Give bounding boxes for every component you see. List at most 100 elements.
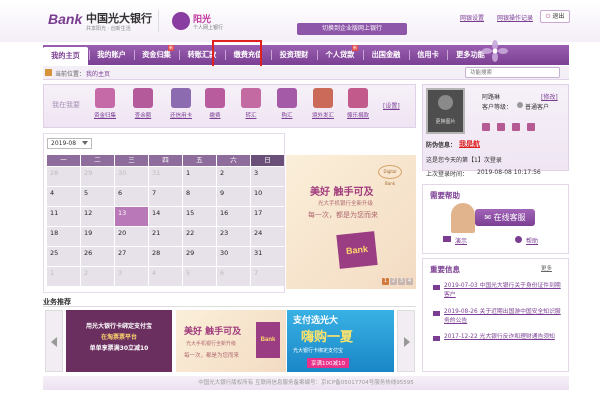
calendar-day[interactable]: 29	[81, 167, 114, 186]
calendar-day[interactable]: 22	[183, 227, 216, 246]
nav-item-overseas[interactable]: 出国金融	[364, 45, 408, 65]
calendar-day[interactable]: 1	[47, 267, 80, 286]
calendar-day[interactable]: 7	[149, 187, 182, 206]
last-login-time: 2019-08-08 10:17:56	[477, 169, 541, 176]
quick-settings-link[interactable]: [设置]	[383, 101, 400, 110]
online-service-button[interactable]: ✉ 在线客服	[475, 209, 535, 226]
pager-dot[interactable]: 4	[406, 278, 413, 285]
calendar-day[interactable]: 13	[115, 207, 148, 226]
ad-alipay-binding[interactable]: 用光大银行卡绑定支付宝 在淘票票平台 单单享票满30立减10	[66, 310, 172, 372]
message-icon[interactable]	[527, 123, 535, 131]
phone-icon[interactable]	[482, 123, 490, 131]
pager-dot[interactable]: 1	[382, 278, 389, 285]
calendar-day[interactable]: 30	[217, 247, 250, 266]
calendar-day[interactable]: 4	[149, 267, 182, 286]
nav-item-credit-card[interactable]: 信用卡	[410, 45, 446, 65]
digital-bank-logo: Digital Bank	[378, 165, 402, 186]
pager-dot[interactable]: 3	[398, 278, 405, 285]
calendar-day[interactable]: 31	[251, 247, 284, 266]
edit-name-link[interactable]: [修改]	[541, 92, 558, 101]
settings-link[interactable]: 网银设置	[460, 13, 484, 22]
mobile-bank-promo[interactable]: Digital Bank 美好 触手可及 光大手机银行全新升级 每一次，都是为您…	[286, 155, 416, 289]
calendar-day[interactable]: 10	[251, 187, 284, 206]
fraud-info-value[interactable]: 我是航	[459, 139, 480, 149]
operation-record-link[interactable]: 网银操作记录	[497, 13, 533, 22]
weekday-header: 三	[115, 155, 148, 166]
switch-to-enterprise-button[interactable]: 切换到企业版网上银行	[297, 23, 407, 35]
calendar-day[interactable]: 17	[251, 207, 284, 226]
quick-item-label: 转汇	[245, 113, 257, 119]
calendar-day[interactable]: 2	[81, 267, 114, 286]
calendar-day[interactable]: 6	[115, 187, 148, 206]
news-more-link[interactable]: 更多	[541, 264, 552, 272]
calendar-day[interactable]: 6	[217, 267, 250, 286]
chevron-down-icon[interactable]	[82, 141, 88, 145]
bank-logo-mark[interactable]: Bank	[48, 11, 82, 27]
calendar-day[interactable]: 5	[183, 267, 216, 286]
calendar-day[interactable]: 2	[217, 167, 250, 186]
help-icon	[515, 236, 522, 243]
news-item[interactable]: 2017-12-22 光大银行反诈和理财通告须知	[444, 333, 564, 342]
ad-headline: 美好 触手可及	[184, 327, 242, 337]
calendar-day[interactable]: 9	[217, 187, 250, 206]
news-item[interactable]: 2019-08-26 关于近期出国游中国安全知识服务的公告	[444, 308, 564, 326]
megaphone-icon	[433, 311, 440, 316]
carousel-prev-button[interactable]	[45, 310, 63, 372]
calendar-day[interactable]: 31	[149, 167, 182, 186]
calendar-day[interactable]: 3	[115, 267, 148, 286]
quick-item-balance[interactable]: 查余额	[128, 88, 158, 119]
calendar-day[interactable]: 18	[47, 227, 80, 246]
calendar-day[interactable]: 21	[149, 227, 182, 246]
calendar-day[interactable]: 5	[81, 187, 114, 206]
calendar-day[interactable]: 7	[251, 267, 284, 286]
help-link[interactable]: 帮助	[526, 236, 538, 245]
promo-tagline: 每一次，都是为您而来	[308, 211, 378, 219]
calendar-day[interactable]: 27	[115, 247, 148, 266]
calendar-day[interactable]: 26	[81, 247, 114, 266]
calendar-day[interactable]: 25	[47, 247, 80, 266]
quick-item-pay[interactable]: 缴费	[200, 88, 230, 119]
function-search-input[interactable]	[465, 67, 560, 78]
ad-main-text: 嗨购一夏	[301, 330, 354, 345]
calendar-day[interactable]: 24	[251, 227, 284, 246]
ad-mobile-bank[interactable]: 美好 触手可及 光大手机银行全新升级 每一次，都是为您而来 Bank	[176, 310, 286, 372]
mail-icon[interactable]	[512, 123, 520, 131]
nav-item-home[interactable]: 我的主页	[43, 47, 88, 65]
quick-item-donate[interactable]: 慷乐捐款	[343, 88, 373, 119]
quick-item-funds[interactable]: 资金归集	[90, 88, 120, 119]
carousel-next-button[interactable]	[397, 310, 415, 372]
calendar-day[interactable]: 11	[47, 207, 80, 226]
calendar-day[interactable]: 8	[183, 187, 216, 206]
calendar-icon[interactable]	[497, 123, 505, 131]
calendar-day[interactable]: 20	[115, 227, 148, 246]
calendar-day[interactable]: 4	[47, 187, 80, 206]
fraud-info-label: 防伪信息：	[426, 142, 457, 149]
nav-item-account[interactable]: 我的账户	[90, 45, 133, 65]
calendar-day[interactable]: 28	[47, 167, 80, 186]
quick-item-remit[interactable]: 境外发汇	[308, 88, 338, 119]
calendar-day[interactable]: 15	[183, 207, 216, 226]
calendar-day[interactable]: 19	[81, 227, 114, 246]
calendar-day[interactable]: 30	[115, 167, 148, 186]
calendar-day[interactable]: 1	[183, 167, 216, 186]
chat-icon: ✉	[484, 213, 492, 222]
quick-item-exchange[interactable]: 购汇	[272, 88, 302, 119]
calendar-day[interactable]: 14	[149, 207, 182, 226]
home-icon[interactable]	[45, 69, 52, 76]
demo-link[interactable]: 演示	[455, 236, 467, 245]
calendar-day[interactable]: 23	[217, 227, 250, 246]
breadcrumb-current[interactable]: 我的主页	[86, 69, 110, 78]
quick-item-transfer[interactable]: 转汇	[236, 88, 266, 119]
calendar-day[interactable]: 16	[217, 207, 250, 226]
calendar-day[interactable]: 28	[149, 247, 182, 266]
quick-item-credit[interactable]: 还信用卡	[166, 88, 196, 119]
ad-summer-shopping[interactable]: 支付选光大 嗨购一夏 光大银行卡绑定支付宝 享满100减10	[287, 310, 394, 372]
calendar-day[interactable]: 29	[183, 247, 216, 266]
pager-dot[interactable]: 2	[390, 278, 397, 285]
logout-label: 退出	[552, 13, 565, 20]
logout-button[interactable]: ⏻ 退出	[540, 10, 570, 23]
calendar-day[interactable]: 3	[251, 167, 284, 186]
nav-item-investment[interactable]: 投资理财	[272, 45, 316, 65]
calendar-day[interactable]: 12	[81, 207, 114, 226]
news-item[interactable]: 2019-07-03 中国光大银行关于身份证件到期客户	[444, 282, 564, 300]
